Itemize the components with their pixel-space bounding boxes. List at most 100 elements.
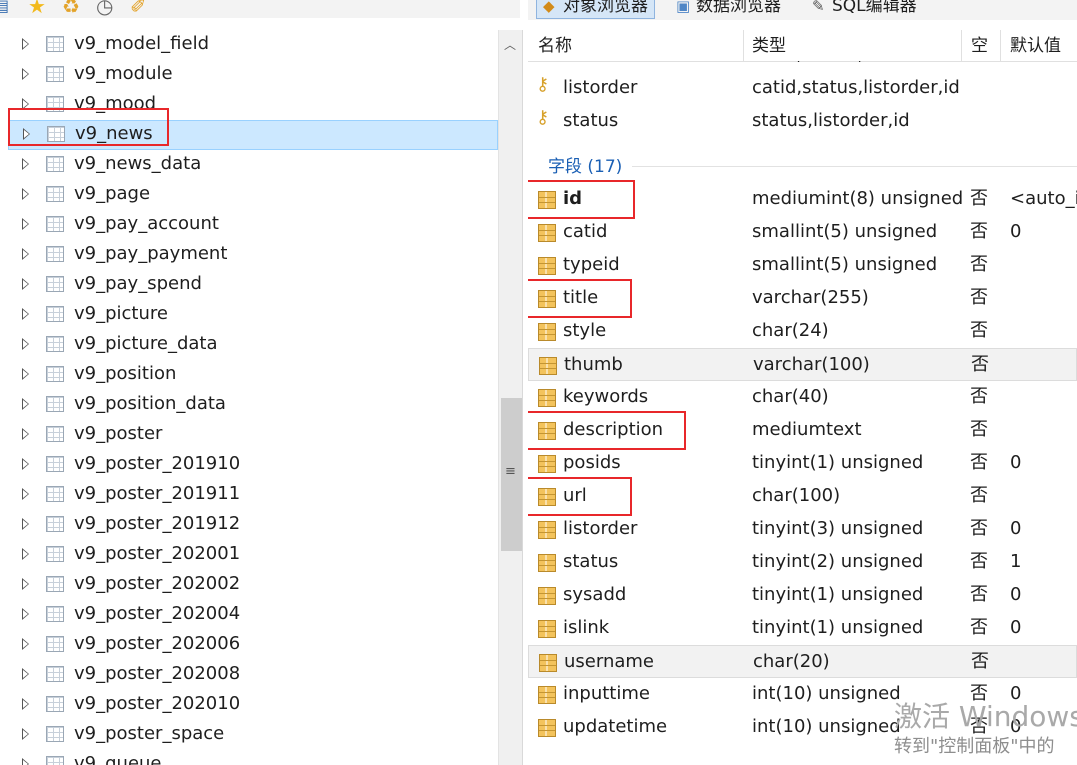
tree-item[interactable]: v9_queue xyxy=(0,750,498,765)
star-icon[interactable]: ★ xyxy=(28,0,46,18)
index-row[interactable]: ⚷ status status,listorder,id xyxy=(528,105,1077,138)
expand-arrow-icon[interactable] xyxy=(22,248,29,260)
tab-sql-editor[interactable]: ✎ SQL编辑器 xyxy=(812,0,917,18)
section-divider xyxy=(632,166,1077,167)
clock-icon[interactable]: ◷ xyxy=(96,0,113,18)
column-divider[interactable] xyxy=(961,30,962,61)
field-row[interactable]: style char(24) 否 xyxy=(528,315,1077,348)
tree-item[interactable]: v9_poster_202006 xyxy=(0,630,498,660)
field-name: url xyxy=(563,485,587,506)
field-row[interactable]: thumb varchar(100) 否 xyxy=(528,348,1077,381)
field-row[interactable]: posids tinyint(1) unsigned 否 0 xyxy=(528,447,1077,480)
index-row[interactable]: ⚷ catid catid,status,id xyxy=(528,61,1077,72)
field-name: description xyxy=(563,419,664,440)
tree-item-label: v9_news xyxy=(75,123,153,144)
expand-arrow-icon[interactable] xyxy=(22,308,29,320)
column-divider[interactable] xyxy=(1000,30,1001,61)
tree-icon[interactable]: ▤ xyxy=(0,0,9,18)
field-row[interactable]: title varchar(255) 否 xyxy=(528,282,1077,315)
expand-arrow-icon[interactable] xyxy=(22,158,29,170)
table-tree[interactable]: v9_model_field v9_module v9_mood v9_news v9_… xyxy=(0,30,498,765)
expand-arrow-icon[interactable] xyxy=(22,38,29,50)
tree-item[interactable]: v9_picture_data xyxy=(0,330,498,360)
field-row[interactable]: status tinyint(2) unsigned 否 1 xyxy=(528,546,1077,579)
tree-item[interactable]: v9_mood xyxy=(0,90,498,120)
field-icon xyxy=(538,323,556,341)
tree-item[interactable]: v9_model_field xyxy=(0,30,498,60)
expand-arrow-icon[interactable] xyxy=(22,428,29,440)
tree-item[interactable]: v9_poster_201911 xyxy=(0,480,498,510)
magic-wand-icon[interactable]: ✐ xyxy=(130,0,147,18)
field-row[interactable]: sysadd tinyint(1) unsigned 否 0 xyxy=(528,579,1077,612)
expand-arrow-icon[interactable] xyxy=(22,398,29,410)
tree-scrollbar[interactable]: ︿ ≡ xyxy=(498,30,523,765)
tree-item[interactable]: v9_poster_201910 xyxy=(0,450,498,480)
tree-item[interactable]: v9_poster_202002 xyxy=(0,570,498,600)
refresh-icon[interactable]: ♻ xyxy=(62,0,80,18)
tree-item[interactable]: v9_poster xyxy=(0,420,498,450)
tree-item[interactable]: v9_module xyxy=(0,60,498,90)
field-row[interactable]: url char(100) 否 xyxy=(528,480,1077,513)
tree-item[interactable]: v9_pay_payment xyxy=(0,240,498,270)
column-name-header[interactable]: 名称 xyxy=(538,34,572,58)
expand-arrow-icon[interactable] xyxy=(22,698,29,710)
field-row[interactable]: inputtime int(10) unsigned 否 0 xyxy=(528,678,1077,711)
field-name: typeid xyxy=(563,254,620,275)
tree-item[interactable]: v9_poster_201912 xyxy=(0,510,498,540)
field-row[interactable]: islink tinyint(1) unsigned 否 0 xyxy=(528,612,1077,645)
tree-item[interactable]: v9_picture xyxy=(0,300,498,330)
tree-item[interactable]: v9_position_data xyxy=(0,390,498,420)
expand-arrow-icon[interactable] xyxy=(22,98,29,110)
expand-arrow-icon[interactable] xyxy=(22,578,29,590)
field-row[interactable]: catid smallint(5) unsigned 否 0 xyxy=(528,216,1077,249)
tree-item[interactable]: v9_poster_202010 xyxy=(0,690,498,720)
fields-section-label[interactable]: 字段 (17) xyxy=(548,155,622,179)
expand-arrow-icon[interactable] xyxy=(22,758,29,765)
expand-arrow-icon[interactable] xyxy=(22,518,29,530)
expand-arrow-icon[interactable] xyxy=(22,338,29,350)
left-toolbar: ▤ ★ ♻ ◷ ✐ xyxy=(0,0,520,18)
expand-arrow-icon[interactable] xyxy=(22,68,29,80)
tree-item[interactable]: v9_page xyxy=(0,180,498,210)
field-grid[interactable]: 字段 (17) ⚷ catid catid,status,id ⚷ listorder c… xyxy=(528,61,1077,765)
expand-arrow-icon[interactable] xyxy=(22,188,29,200)
expand-arrow-icon[interactable] xyxy=(22,728,29,740)
expand-arrow-icon[interactable] xyxy=(22,218,29,230)
tree-item[interactable]: v9_poster_202001 xyxy=(0,540,498,570)
expand-arrow-icon[interactable] xyxy=(22,638,29,650)
tab-data-browser[interactable]: ▣ 数据浏览器 xyxy=(676,0,781,18)
field-row[interactable]: description mediumtext 否 xyxy=(528,414,1077,447)
field-row[interactable]: keywords char(40) 否 xyxy=(528,381,1077,414)
field-row[interactable]: typeid smallint(5) unsigned 否 xyxy=(528,249,1077,282)
expand-arrow-icon[interactable] xyxy=(22,278,29,290)
column-null-header[interactable]: 空 xyxy=(971,34,988,58)
tree-item[interactable]: v9_position xyxy=(0,360,498,390)
index-row[interactable]: ⚷ listorder catid,status,listorder,id xyxy=(528,72,1077,105)
field-row[interactable]: listorder tinyint(3) unsigned 否 0 xyxy=(528,513,1077,546)
expand-arrow-icon[interactable] xyxy=(22,368,29,380)
tree-item[interactable]: v9_poster_space xyxy=(0,720,498,750)
column-default-header[interactable]: 默认值 xyxy=(1010,34,1061,58)
expand-arrow-icon[interactable] xyxy=(22,668,29,680)
tree-item[interactable]: v9_pay_spend xyxy=(0,270,498,300)
scroll-thumb[interactable]: ≡ xyxy=(501,398,522,551)
scroll-up-icon[interactable]: ︿ xyxy=(504,36,516,53)
tree-item[interactable]: v9_poster_202004 xyxy=(0,600,498,630)
tab-object-browser[interactable]: ◆ 对象浏览器 xyxy=(536,0,655,19)
column-type-header[interactable]: 类型 xyxy=(752,34,786,58)
tree-item[interactable]: v9_news xyxy=(8,120,498,150)
column-divider[interactable] xyxy=(743,30,744,61)
expand-arrow-icon[interactable] xyxy=(22,608,29,620)
field-row[interactable]: id mediumint(8) unsigned 否 <auto_in xyxy=(528,183,1077,216)
column-header: 名称 类型 空 默认值 xyxy=(528,30,1077,62)
field-row[interactable]: username char(20) 否 xyxy=(528,645,1077,678)
expand-arrow-icon[interactable] xyxy=(22,548,29,560)
table-icon xyxy=(46,486,64,502)
field-row[interactable]: updatetime int(10) unsigned 否 0 xyxy=(528,711,1077,744)
tree-item[interactable]: v9_pay_account xyxy=(0,210,498,240)
expand-arrow-icon[interactable] xyxy=(22,488,29,500)
expand-arrow-icon[interactable] xyxy=(22,458,29,470)
expand-arrow-icon[interactable] xyxy=(23,128,30,140)
tree-item[interactable]: v9_news_data xyxy=(0,150,498,180)
tree-item[interactable]: v9_poster_202008 xyxy=(0,660,498,690)
